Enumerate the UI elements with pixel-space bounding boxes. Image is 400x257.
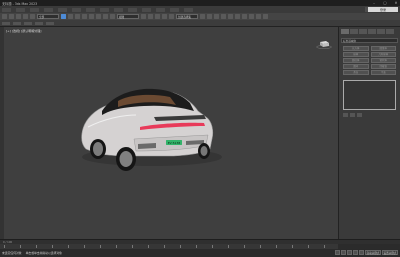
command-panel-tabs — [339, 27, 400, 36]
command-panel: 标准基本体 长方体 圆锥体 球体 几何球体 圆柱体 管状体 圆环 四棱锥 茶壶 … — [338, 27, 400, 239]
main-toolbar: 全部 视图 创建选择集 — [0, 13, 400, 20]
material-editor-icon[interactable] — [242, 14, 247, 19]
menu-item[interactable] — [72, 7, 81, 12]
menu-item[interactable] — [156, 7, 165, 12]
teapot-button[interactable]: 茶壶 — [343, 70, 369, 75]
selection-set-dropdown[interactable]: 创建选择集 — [176, 14, 198, 19]
bind-icon[interactable] — [30, 14, 35, 19]
menu-item[interactable] — [44, 7, 53, 12]
sign-in-button[interactable]: 登录 — [368, 7, 398, 12]
menu-item[interactable] — [16, 7, 25, 12]
tube-button[interactable]: 管状体 — [370, 58, 396, 63]
menu-item[interactable] — [2, 7, 11, 12]
play-icon[interactable] — [347, 250, 352, 255]
animation-controls: 自动关键点 设置关键点 — [335, 250, 398, 255]
percent-snap-icon[interactable] — [162, 14, 167, 19]
maximize-icon[interactable]: ▢ — [383, 1, 387, 5]
name-and-color-box[interactable] — [343, 79, 396, 110]
menu-item[interactable] — [86, 7, 95, 12]
menu-item[interactable] — [30, 7, 39, 12]
minimize-icon[interactable]: – — [372, 1, 376, 5]
color-swatch[interactable] — [350, 112, 355, 117]
ribbon-tab[interactable] — [46, 21, 54, 25]
box-button[interactable]: 长方体 — [343, 46, 369, 51]
menu-item[interactable] — [114, 7, 123, 12]
close-icon[interactable]: ✕ — [394, 1, 398, 5]
go-to-start-icon[interactable] — [335, 250, 340, 255]
move-icon[interactable] — [89, 14, 94, 19]
select-object-icon[interactable] — [61, 14, 66, 19]
schematic-icon[interactable] — [235, 14, 240, 19]
object-type-buttons: 长方体 圆锥体 球体 几何球体 圆柱体 管状体 圆环 四棱锥 茶壶 平面 — [343, 46, 396, 75]
car-model[interactable]: EV·5138 — [4, 27, 338, 239]
create-tab[interactable] — [341, 29, 349, 34]
motion-tab[interactable] — [368, 29, 376, 34]
menu-item[interactable] — [58, 7, 67, 12]
display-tab[interactable] — [377, 29, 385, 34]
menu-item[interactable] — [142, 7, 151, 12]
spinner-snap-icon[interactable] — [169, 14, 174, 19]
unlink-icon[interactable] — [23, 14, 28, 19]
ribbon-tab[interactable] — [13, 21, 21, 25]
mirror-icon[interactable] — [200, 14, 205, 19]
placement-icon[interactable] — [110, 14, 115, 19]
hierarchy-tab[interactable] — [359, 29, 367, 34]
window-title: 无标题 - 3ds Max 2023 — [2, 1, 38, 6]
go-to-end-icon[interactable] — [359, 250, 364, 255]
menu-item[interactable] — [128, 7, 137, 12]
scene-explorer-icon[interactable] — [221, 14, 226, 19]
auto-key-button[interactable]: 自动关键点 — [365, 250, 381, 255]
menu-item[interactable] — [100, 7, 109, 12]
object-type-dropdown[interactable]: 标准基本体 — [341, 38, 398, 43]
selection-filter-dropdown[interactable]: 全部 — [37, 14, 59, 19]
render-setup-icon[interactable] — [249, 14, 254, 19]
window-crossing-icon[interactable] — [82, 14, 87, 19]
select-by-name-icon[interactable] — [68, 14, 73, 19]
set-key-button[interactable]: 设置关键点 — [382, 250, 398, 255]
redo-icon[interactable] — [9, 14, 14, 19]
pyramid-button[interactable]: 四棱锥 — [370, 64, 396, 69]
menu-item[interactable] — [170, 7, 179, 12]
next-frame-icon[interactable] — [353, 250, 358, 255]
ribbon-tab[interactable] — [24, 21, 32, 25]
render-icon[interactable] — [263, 14, 268, 19]
utilities-tab[interactable] — [386, 29, 394, 34]
ribbon — [0, 20, 400, 27]
previous-frame-icon[interactable] — [341, 250, 346, 255]
link-icon[interactable] — [16, 14, 21, 19]
curve-editor-icon[interactable] — [228, 14, 233, 19]
sphere-button[interactable]: 球体 — [343, 52, 369, 57]
scale-icon[interactable] — [103, 14, 108, 19]
color-swatches — [343, 112, 396, 117]
selection-status: 未选定任何对象 — [2, 251, 22, 255]
prompt-line: 单击或单击并拖动以选择对象 — [25, 251, 62, 255]
perspective-viewport[interactable]: [+] [透视] [默认明暗处理] EV·5138 — [4, 27, 338, 239]
color-swatch[interactable] — [357, 112, 362, 117]
torus-button[interactable]: 圆环 — [343, 64, 369, 69]
menu-bar: 工作区: 默认 — [0, 6, 400, 13]
cone-button[interactable]: 圆锥体 — [370, 46, 396, 51]
snap-icon[interactable] — [148, 14, 153, 19]
angle-snap-icon[interactable] — [155, 14, 160, 19]
render-frame-icon[interactable] — [256, 14, 261, 19]
layer-icon[interactable] — [214, 14, 219, 19]
modify-tab[interactable] — [350, 29, 358, 34]
cylinder-button[interactable]: 圆柱体 — [343, 58, 369, 63]
ribbon-tab[interactable] — [35, 21, 43, 25]
ribbon-tab[interactable] — [2, 21, 10, 25]
rotate-icon[interactable] — [96, 14, 101, 19]
undo-icon[interactable] — [2, 14, 7, 19]
align-icon[interactable] — [207, 14, 212, 19]
menu-item[interactable] — [184, 7, 193, 12]
license-plate-text: EV·5138 — [168, 141, 181, 145]
plane-button[interactable]: 平面 — [370, 70, 396, 75]
reference-coord-dropdown[interactable]: 视图 — [117, 14, 139, 19]
geosphere-button[interactable]: 几何球体 — [370, 52, 396, 57]
region-select-icon[interactable] — [75, 14, 80, 19]
color-swatch[interactable] — [343, 112, 348, 117]
pivot-icon[interactable] — [141, 14, 146, 19]
